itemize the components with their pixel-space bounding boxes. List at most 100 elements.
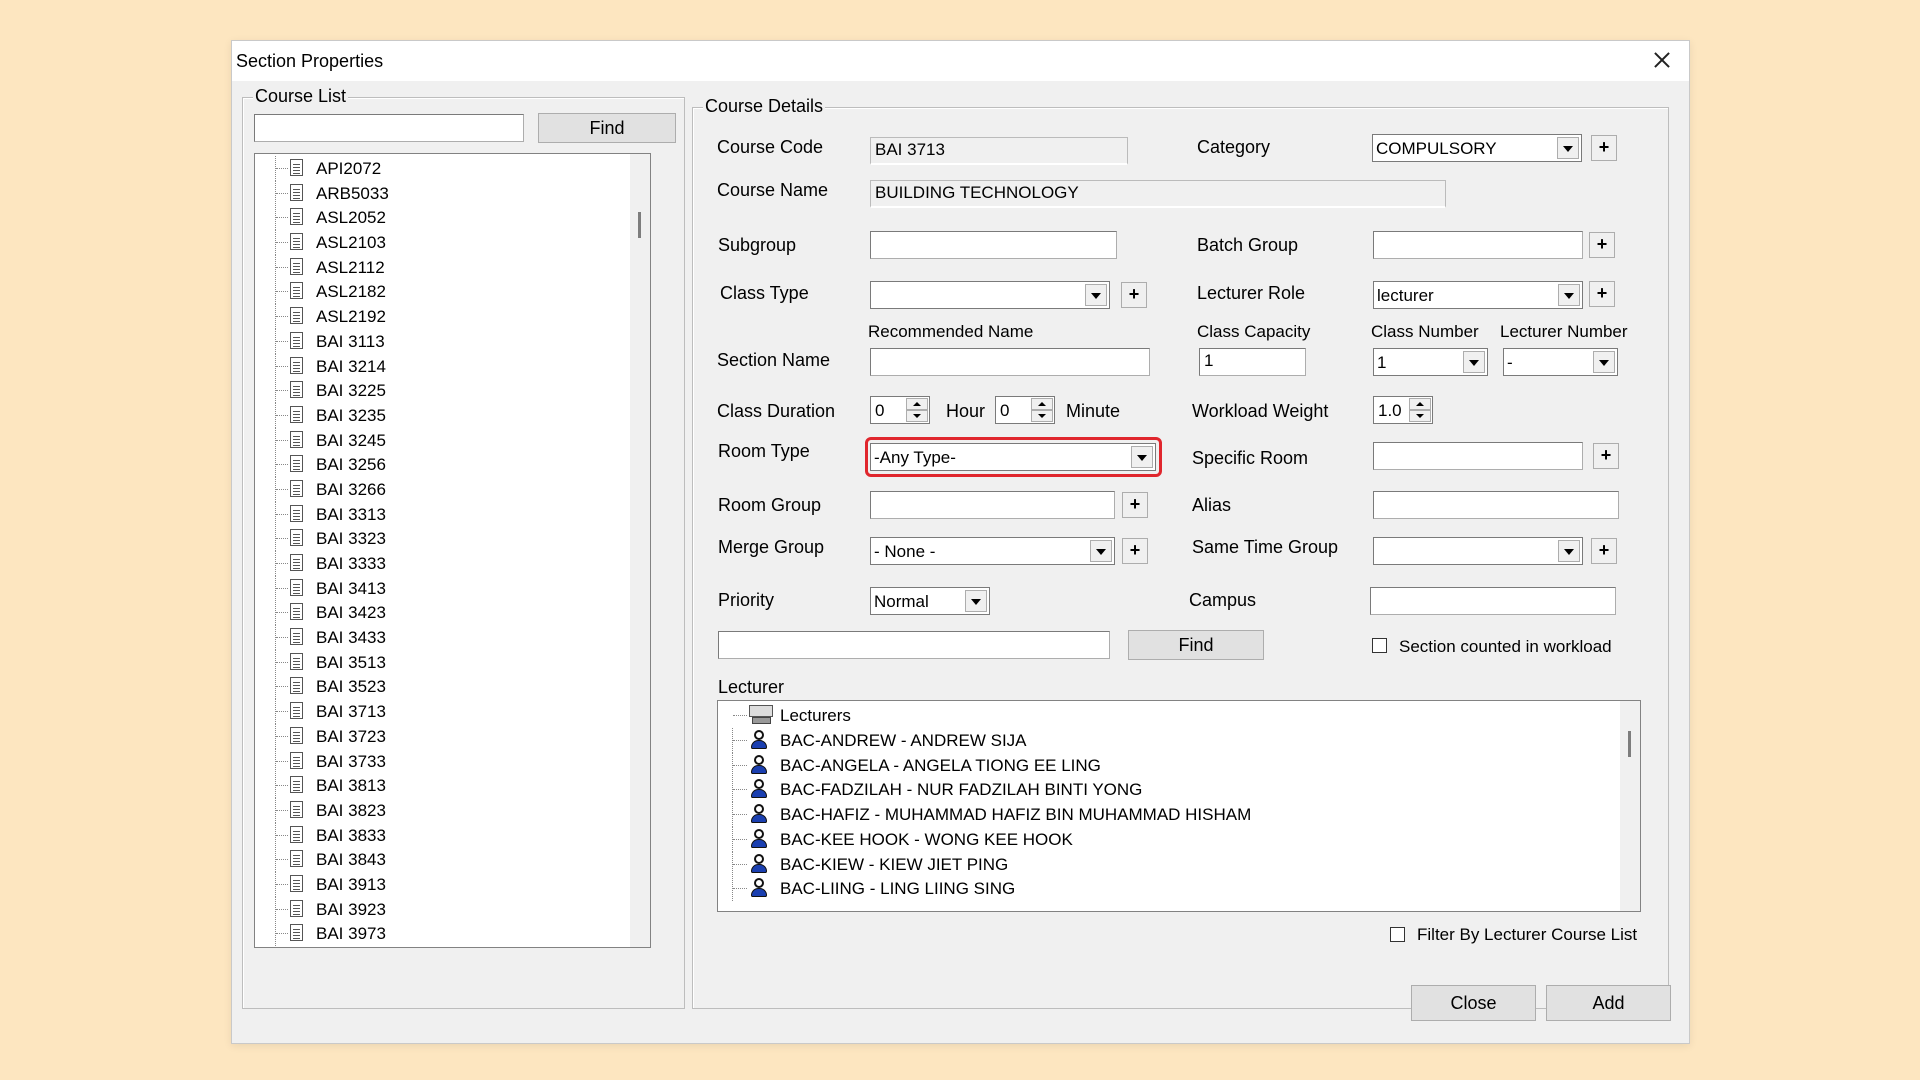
specific-room-input[interactable] (1373, 442, 1583, 470)
duration-hours-stepper[interactable]: 0 (870, 396, 930, 424)
course-tree-item[interactable]: BAI 3913 (255, 871, 615, 897)
course-tree-item[interactable]: BAI 3723 (255, 723, 615, 749)
add-same-time-group-button[interactable]: + (1591, 538, 1617, 564)
add-category-button[interactable]: + (1591, 135, 1617, 161)
course-tree-item[interactable]: ASL2103 (255, 230, 615, 256)
course-tree-item[interactable]: BAI 3423 (255, 600, 615, 626)
scroll-thumb[interactable] (1628, 731, 1631, 757)
course-tree-item[interactable]: BAI 3833 (255, 822, 615, 848)
course-tree-item[interactable]: BAI 3313 (255, 501, 615, 527)
close-icon[interactable] (1647, 45, 1677, 75)
add-merge-group-button[interactable]: + (1122, 538, 1148, 564)
lecturer-tree[interactable]: Lecturers BAC-ANDREW - ANDREW SIJA BAC-ANG… (717, 700, 1641, 912)
priority-value: Normal (874, 592, 929, 611)
course-tree-item[interactable]: API2072 (255, 156, 615, 181)
alias-input[interactable] (1373, 491, 1619, 519)
room-type-value: -Any Type- (874, 448, 956, 467)
workload-weight-stepper[interactable]: 1.0 (1373, 396, 1433, 424)
chevron-down-icon[interactable] (1557, 137, 1579, 159)
course-tree-item[interactable]: BAI 3245 (255, 427, 615, 453)
course-tree-item[interactable]: BAI 3113 (255, 328, 615, 354)
chevron-down-icon[interactable] (1131, 446, 1153, 468)
course-tree-item[interactable]: BAI 3266 (255, 476, 615, 502)
stepper-down-icon[interactable] (906, 410, 928, 422)
add-batch-group-button[interactable]: + (1589, 232, 1615, 258)
chevron-down-icon[interactable] (1558, 284, 1580, 306)
chevron-down-icon[interactable] (1090, 540, 1112, 562)
course-tree-item[interactable]: ASL2192 (255, 304, 615, 330)
course-tree-item[interactable]: BAI 3256 (255, 452, 615, 478)
course-tree-item[interactable]: BAI 3733 (255, 748, 615, 774)
stepper-up-icon[interactable] (906, 398, 928, 410)
course-tree-item[interactable]: ASL2112 (255, 254, 615, 280)
course-tree-item[interactable]: BAI 3843 (255, 847, 615, 873)
course-tree-item[interactable]: BAI 3214 (255, 353, 615, 379)
course-tree-item[interactable]: BAI 3823 (255, 797, 615, 823)
room-type-select[interactable]: -Any Type- (870, 443, 1156, 471)
course-tree-item[interactable]: BAI 3813 (255, 773, 615, 799)
class-capacity-input[interactable]: 1 (1199, 348, 1306, 376)
duration-minutes-stepper[interactable]: 0 (995, 396, 1055, 424)
add-lecturer-role-button[interactable]: + (1589, 281, 1615, 307)
same-time-group-select[interactable] (1373, 537, 1583, 565)
campus-input[interactable] (1370, 587, 1616, 615)
course-tree-item[interactable]: ARB5033 (255, 180, 615, 206)
lecturer-tree-item[interactable]: BAC-KEE HOOK - WONG KEE HOOK (718, 826, 1598, 852)
lecturer-tree-item[interactable]: BAC-ANGELA - ANGELA TIONG EE LING (718, 752, 1598, 778)
lecturer-tree-root[interactable]: Lecturers (718, 703, 1598, 727)
stepper-down-icon[interactable] (1031, 410, 1053, 422)
add-button[interactable]: Add (1546, 985, 1671, 1021)
lecturer-tree-item[interactable]: BAC-KIEW - KIEW JIET PING (718, 851, 1598, 877)
stepper-up-icon[interactable] (1409, 398, 1431, 410)
lecturer-role-select[interactable]: lecturer (1373, 281, 1583, 309)
course-search-input[interactable] (254, 114, 524, 142)
course-tree[interactable]: API2072 ARB5033 ASL2052 ASL2103 ASL2112 ASL21… (254, 153, 651, 948)
course-tree-item[interactable]: BAI 3973 (255, 921, 615, 947)
category-select[interactable]: COMPULSORY (1372, 134, 1582, 162)
course-tree-item[interactable]: ASL2182 (255, 279, 615, 305)
course-tree-item[interactable]: ASL2052 (255, 205, 615, 231)
add-specific-room-button[interactable]: + (1593, 443, 1619, 469)
chevron-down-icon[interactable] (1085, 284, 1107, 306)
room-group-input[interactable] (870, 491, 1115, 519)
close-button[interactable]: Close (1411, 985, 1536, 1021)
course-tree-item[interactable]: BAI 3513 (255, 649, 615, 675)
course-tree-item[interactable]: BAI 3923 (255, 896, 615, 922)
course-tree-item[interactable]: BAI 3333 (255, 551, 615, 576)
filter-by-lecturer-checkbox[interactable] (1390, 927, 1405, 942)
chevron-down-icon[interactable] (1558, 540, 1580, 562)
course-tree-item[interactable]: BAI 3413 (255, 575, 615, 601)
chevron-down-icon[interactable] (965, 590, 987, 612)
chevron-down-icon[interactable] (1593, 351, 1615, 373)
section-name-input[interactable] (870, 348, 1150, 376)
merge-group-select[interactable]: - None - (870, 537, 1115, 565)
course-tree-scrollbar[interactable] (630, 154, 650, 947)
chevron-down-icon[interactable] (1463, 351, 1485, 373)
course-tree-item[interactable]: BAI 3225 (255, 378, 615, 404)
lecturer-number-select[interactable]: - (1503, 348, 1618, 376)
add-room-group-button[interactable]: + (1122, 492, 1148, 518)
course-tree-item[interactable]: BAI 3523 (255, 674, 615, 700)
stepper-up-icon[interactable] (1031, 398, 1053, 410)
lecturer-find-button[interactable]: Find (1128, 630, 1264, 660)
lecturer-tree-scrollbar[interactable] (1620, 701, 1640, 911)
lecturer-search-input[interactable] (718, 631, 1110, 659)
add-class-type-button[interactable]: + (1121, 282, 1147, 308)
lecturer-tree-item[interactable]: BAC-HAFIZ - MUHAMMAD HAFIZ BIN MUHAMMAD … (718, 802, 1598, 828)
batch-group-input[interactable] (1373, 231, 1583, 259)
scroll-thumb[interactable] (638, 212, 641, 238)
section-counted-checkbox[interactable] (1372, 638, 1387, 653)
course-tree-item[interactable]: BAI 3433 (255, 625, 615, 651)
course-tree-item[interactable]: BAI 3713 (255, 699, 615, 725)
subgroup-input[interactable] (870, 231, 1117, 259)
course-find-button[interactable]: Find (538, 113, 676, 143)
stepper-down-icon[interactable] (1409, 410, 1431, 422)
lecturer-tree-item[interactable]: BAC-FADZILAH - NUR FADZILAH BINTI YONG (718, 777, 1598, 803)
course-tree-item[interactable]: BAI 3323 (255, 526, 615, 552)
class-number-select[interactable]: 1 (1373, 348, 1488, 376)
course-tree-item[interactable]: BAI 3235 (255, 402, 615, 428)
lecturer-tree-item[interactable]: BAC-ANDREW - ANDREW SIJA (718, 728, 1598, 753)
class-type-select[interactable] (870, 281, 1110, 309)
lecturer-tree-item[interactable]: BAC-LIING - LING LIING SING (718, 876, 1598, 902)
priority-select[interactable]: Normal (870, 587, 990, 615)
